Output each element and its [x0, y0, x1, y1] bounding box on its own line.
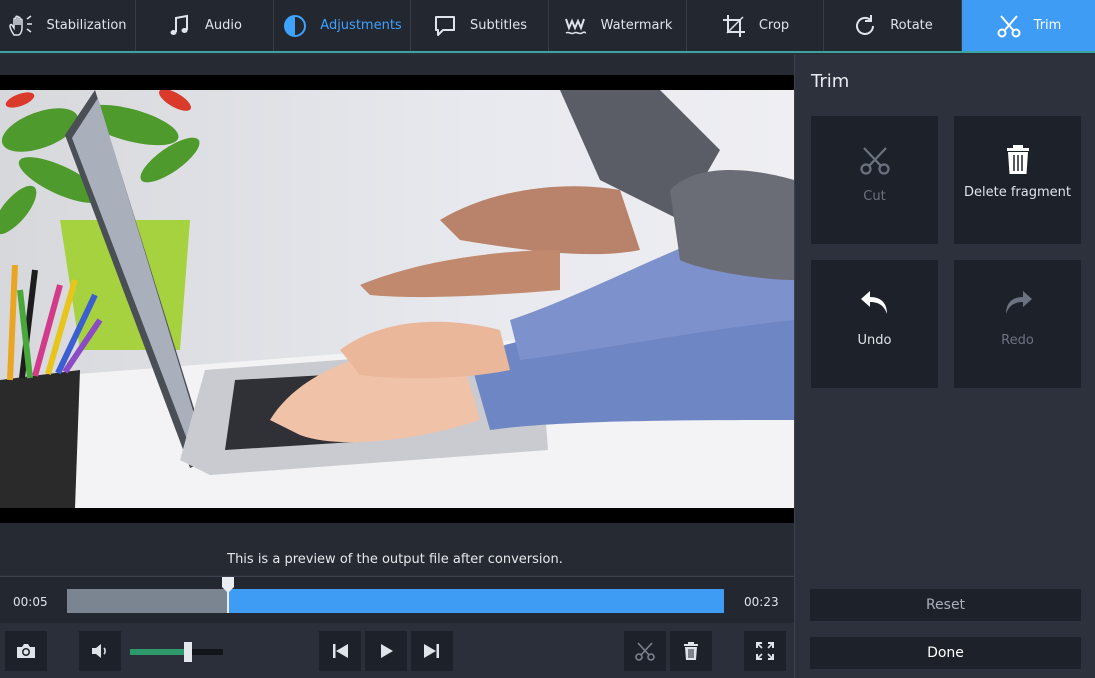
hand-icon — [9, 14, 33, 36]
playhead-handle[interactable] — [221, 577, 235, 613]
contrast-icon — [284, 14, 307, 37]
tab-trim[interactable]: Trim — [962, 0, 1095, 51]
start-time: 00:05 — [13, 595, 48, 609]
tab-subtitles[interactable]: Subtitles — [411, 0, 549, 51]
timeline: 00:05 00:23 — [0, 576, 794, 623]
cut-button[interactable] — [624, 631, 666, 671]
preview-note: This is a preview of the output file aft… — [227, 552, 563, 567]
scissors-icon — [859, 147, 890, 175]
panel-title: Trim — [811, 71, 850, 92]
reset-button[interactable]: Reset — [810, 589, 1081, 621]
previous-button[interactable] — [319, 631, 361, 671]
skip-back-icon — [333, 644, 348, 658]
tool-label: Delete fragment — [964, 185, 1071, 200]
delete-fragment-button[interactable] — [670, 631, 712, 671]
tab-label: Rotate — [890, 18, 933, 33]
timeline-trimmed-region — [67, 589, 228, 613]
tab-audio[interactable]: Audio — [136, 0, 274, 51]
mute-button[interactable] — [79, 631, 121, 671]
video-still-image — [0, 90, 794, 508]
scissors-icon — [635, 642, 655, 661]
trash-icon — [684, 642, 698, 660]
tab-rotate[interactable]: Rotate — [824, 0, 962, 51]
watermark-icon — [564, 17, 586, 34]
redo-icon — [1005, 291, 1032, 314]
music-note-icon — [170, 14, 189, 35]
video-frame[interactable] — [0, 90, 794, 508]
tab-label: Stabilization — [46, 18, 127, 33]
tab-label: Adjustments — [320, 18, 402, 33]
volume-slider[interactable] — [130, 642, 223, 662]
play-button[interactable] — [365, 631, 407, 671]
video-letterbox — [0, 75, 794, 523]
tool-label: Undo — [857, 333, 892, 348]
redo-tool-button[interactable]: Redo — [954, 260, 1081, 388]
tool-label: Redo — [1001, 333, 1034, 348]
done-button[interactable]: Done — [810, 637, 1081, 669]
undo-icon — [860, 291, 887, 314]
tab-adjustments[interactable]: Adjustments — [274, 0, 411, 51]
tab-label: Watermark — [600, 18, 673, 33]
next-button[interactable] — [411, 631, 453, 671]
playback-controls — [0, 624, 794, 678]
trim-panel: Trim Cut Delete fragment Undo Redo Reset… — [794, 55, 1095, 678]
tab-watermark[interactable]: Watermark — [549, 0, 687, 51]
scissors-icon — [997, 14, 1021, 37]
rotate-icon — [856, 14, 875, 35]
delete-fragment-tool-button[interactable]: Delete fragment — [954, 116, 1081, 244]
timeline-track[interactable] — [67, 589, 724, 613]
undo-tool-button[interactable]: Undo — [811, 260, 938, 388]
tab-stabilization[interactable]: Stabilization — [0, 0, 136, 51]
volume-knob[interactable] — [183, 642, 192, 662]
end-time: 00:23 — [744, 595, 779, 609]
tab-label: Subtitles — [470, 18, 527, 33]
tool-label: Cut — [863, 189, 886, 204]
skip-forward-icon — [424, 644, 439, 658]
tab-crop[interactable]: Crop — [687, 0, 824, 51]
cut-tool-button[interactable]: Cut — [811, 116, 938, 244]
fullscreen-button[interactable] — [744, 631, 786, 671]
trash-icon — [1006, 145, 1029, 174]
snapshot-button[interactable] — [5, 631, 47, 671]
speech-bubble-icon — [435, 15, 456, 36]
crop-icon — [722, 14, 745, 37]
tab-label: Crop — [758, 18, 790, 33]
tool-tabbar: Stabilization Audio Adjustments Subtitle… — [0, 0, 1095, 53]
fullscreen-icon — [756, 642, 774, 660]
tab-label: Trim — [1033, 18, 1062, 33]
camera-icon — [17, 644, 35, 658]
speaker-icon — [92, 644, 106, 658]
volume-level-fill — [130, 649, 188, 655]
video-preview-area: This is a preview of the output file aft… — [0, 55, 794, 575]
tab-label: Audio — [205, 18, 242, 33]
play-icon — [381, 644, 393, 658]
